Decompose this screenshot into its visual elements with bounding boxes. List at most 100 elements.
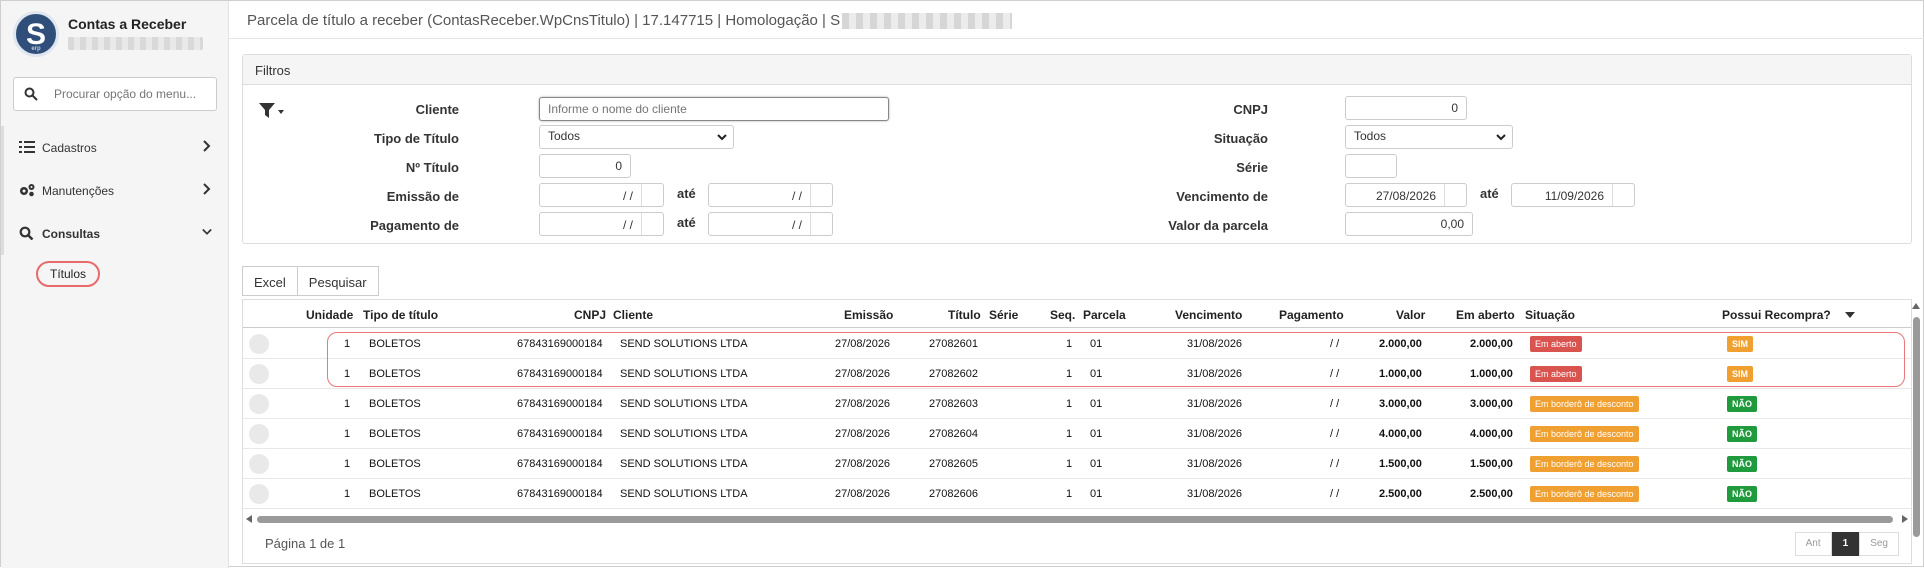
recompra-badge: NÃO bbox=[1727, 456, 1757, 472]
table-row[interactable]: 1 BOLETOS 67843169000184 SEND SOLUTIONS … bbox=[243, 479, 1911, 509]
cell-pagamento: / / bbox=[1330, 488, 1340, 500]
pagamento-ate-date[interactable]: / / bbox=[708, 212, 833, 236]
pager-text: Página 1 de 1 bbox=[265, 536, 346, 551]
col-titulo[interactable]: Título bbox=[948, 308, 981, 322]
menu-search-box[interactable] bbox=[13, 77, 217, 111]
cell-vencimento: 31/08/2026 bbox=[1187, 488, 1243, 500]
row-view-icon[interactable] bbox=[249, 334, 269, 354]
cell-unidade: 1 bbox=[344, 398, 351, 410]
tipo-titulo-select[interactable]: Todos bbox=[539, 125, 734, 149]
cell-parcela: 01 bbox=[1090, 488, 1103, 500]
cell-pagamento: / / bbox=[1330, 398, 1340, 410]
table-row[interactable]: 1 BOLETOS 67843169000184 SEND SOLUTIONS … bbox=[243, 449, 1911, 479]
search-icon bbox=[19, 226, 34, 240]
col-pagamento[interactable]: Pagamento bbox=[1279, 308, 1344, 322]
col-serie[interactable]: Série bbox=[989, 308, 1018, 322]
calendar-icon[interactable] bbox=[1444, 184, 1466, 206]
emissao-ate-date[interactable]: / / bbox=[708, 183, 833, 207]
prev-page-button[interactable]: Ant bbox=[1794, 532, 1832, 556]
calendar-icon[interactable] bbox=[1612, 184, 1634, 206]
cell-unidade: 1 bbox=[344, 458, 351, 470]
situacao-select[interactable]: Todos bbox=[1345, 125, 1513, 149]
cell-pagamento: / / bbox=[1330, 428, 1340, 440]
sidebar-item-consultas[interactable]: Consultas bbox=[1, 212, 228, 255]
label-vencimento-de: Vencimento de bbox=[1176, 189, 1268, 204]
redacted-text bbox=[842, 13, 1013, 30]
col-situacao[interactable]: Situação bbox=[1525, 308, 1575, 322]
calendar-icon[interactable] bbox=[641, 184, 663, 206]
cell-cnpj: 67843169000184 bbox=[517, 488, 603, 500]
calendar-icon[interactable] bbox=[641, 213, 663, 235]
chevron-down-icon bbox=[717, 134, 727, 141]
col-emissao[interactable]: Emissão bbox=[844, 308, 893, 322]
highlight-outline bbox=[327, 332, 1905, 387]
horizontal-scrollbar[interactable] bbox=[243, 512, 1911, 526]
valor-parcela-input[interactable]: 0,00 bbox=[1345, 212, 1473, 236]
filter-funnel-icon[interactable] bbox=[259, 103, 287, 119]
excel-button[interactable]: Excel bbox=[242, 266, 298, 296]
cell-emissao: 27/08/2026 bbox=[835, 398, 891, 410]
next-page-button[interactable]: Seg bbox=[1859, 532, 1899, 556]
col-recompra[interactable]: Possui Recompra? bbox=[1722, 308, 1831, 322]
col-cnpj[interactable]: CNPJ bbox=[574, 308, 606, 322]
sidebar-item-manutencoes[interactable]: Manutenções bbox=[1, 169, 228, 212]
calendar-icon[interactable] bbox=[810, 184, 832, 206]
col-cliente[interactable]: Cliente bbox=[613, 308, 653, 322]
calendar-icon[interactable] bbox=[810, 213, 832, 235]
col-vencimento[interactable]: Vencimento bbox=[1175, 308, 1242, 322]
col-parcela[interactable]: Parcela bbox=[1083, 308, 1126, 322]
menu-search-input[interactable] bbox=[54, 85, 212, 103]
label-emissao-de: Emissão de bbox=[386, 189, 459, 204]
num-titulo-input[interactable]: 0 bbox=[539, 154, 631, 178]
chevron-right-icon bbox=[203, 140, 211, 152]
cell-valor: 1.500,00 bbox=[1379, 458, 1422, 470]
col-seq[interactable]: Seq. bbox=[1050, 308, 1075, 322]
scrollbar-thumb[interactable] bbox=[257, 516, 1893, 523]
vertical-scrollbar[interactable] bbox=[1909, 299, 1923, 564]
cell-valor: 4.000,00 bbox=[1379, 428, 1422, 440]
cell-vencimento: 31/08/2026 bbox=[1187, 458, 1243, 470]
sidebar-item-cadastros[interactable]: Cadastros bbox=[1, 126, 228, 169]
col-aberto[interactable]: Em aberto bbox=[1456, 308, 1515, 322]
page-title-wrap: Parcela de título a receber (ContasReceb… bbox=[247, 12, 1013, 30]
vencimento-ate-date[interactable]: 11/09/2026 bbox=[1511, 183, 1635, 207]
date-value: 27/08/2026 bbox=[1375, 189, 1436, 203]
sidebar-item-label: Cadastros bbox=[42, 141, 97, 155]
app-window: Serp Contas a Receber Cadastros Manutenç… bbox=[0, 0, 1924, 568]
status-badge: Em borderô de desconto bbox=[1530, 426, 1639, 442]
sidebar-item-titulos[interactable]: Títulos bbox=[36, 261, 100, 287]
label-tipo-titulo: Tipo de Título bbox=[374, 131, 459, 146]
scroll-left-icon[interactable] bbox=[246, 515, 252, 523]
current-page-button[interactable]: 1 bbox=[1831, 532, 1860, 556]
cell-cnpj: 67843169000184 bbox=[517, 428, 603, 440]
cell-tipo: BOLETOS bbox=[369, 458, 421, 470]
col-valor[interactable]: Valor bbox=[1396, 308, 1425, 322]
vencimento-de-date[interactable]: 27/08/2026 bbox=[1345, 183, 1467, 207]
emissao-de-date[interactable]: / / bbox=[539, 183, 664, 207]
cnpj-input[interactable]: 0 bbox=[1345, 96, 1467, 120]
col-unidade[interactable]: Unidade bbox=[306, 308, 353, 322]
sort-down-icon[interactable] bbox=[1845, 311, 1855, 319]
cliente-input[interactable] bbox=[539, 97, 889, 121]
row-view-icon[interactable] bbox=[249, 424, 269, 444]
label-cliente: Cliente bbox=[415, 102, 459, 117]
brand: Serp Contas a Receber bbox=[13, 11, 223, 59]
row-view-icon[interactable] bbox=[249, 394, 269, 414]
row-view-icon[interactable] bbox=[249, 484, 269, 504]
table-row[interactable]: 1 BOLETOS 67843169000184 SEND SOLUTIONS … bbox=[243, 419, 1911, 449]
search-button[interactable]: Pesquisar bbox=[297, 266, 379, 296]
scrollbar-thumb[interactable] bbox=[1913, 317, 1920, 537]
table-row[interactable]: 1 BOLETOS 67843169000184 SEND SOLUTIONS … bbox=[243, 389, 1911, 419]
row-view-icon[interactable] bbox=[249, 364, 269, 384]
scroll-up-icon[interactable] bbox=[1912, 303, 1920, 309]
cell-titulo: 27082605 bbox=[929, 458, 978, 470]
cell-emissao: 27/08/2026 bbox=[835, 458, 891, 470]
col-tipo[interactable]: Tipo de título bbox=[363, 308, 438, 322]
cell-seq: 1 bbox=[1066, 428, 1073, 440]
serie-input[interactable] bbox=[1345, 154, 1397, 178]
scroll-right-icon[interactable] bbox=[1902, 515, 1908, 523]
pagamento-de-date[interactable]: / / bbox=[539, 212, 664, 236]
cell-seq: 1 bbox=[1066, 398, 1073, 410]
tipo-titulo-value: Todos bbox=[548, 129, 581, 143]
row-view-icon[interactable] bbox=[249, 454, 269, 474]
